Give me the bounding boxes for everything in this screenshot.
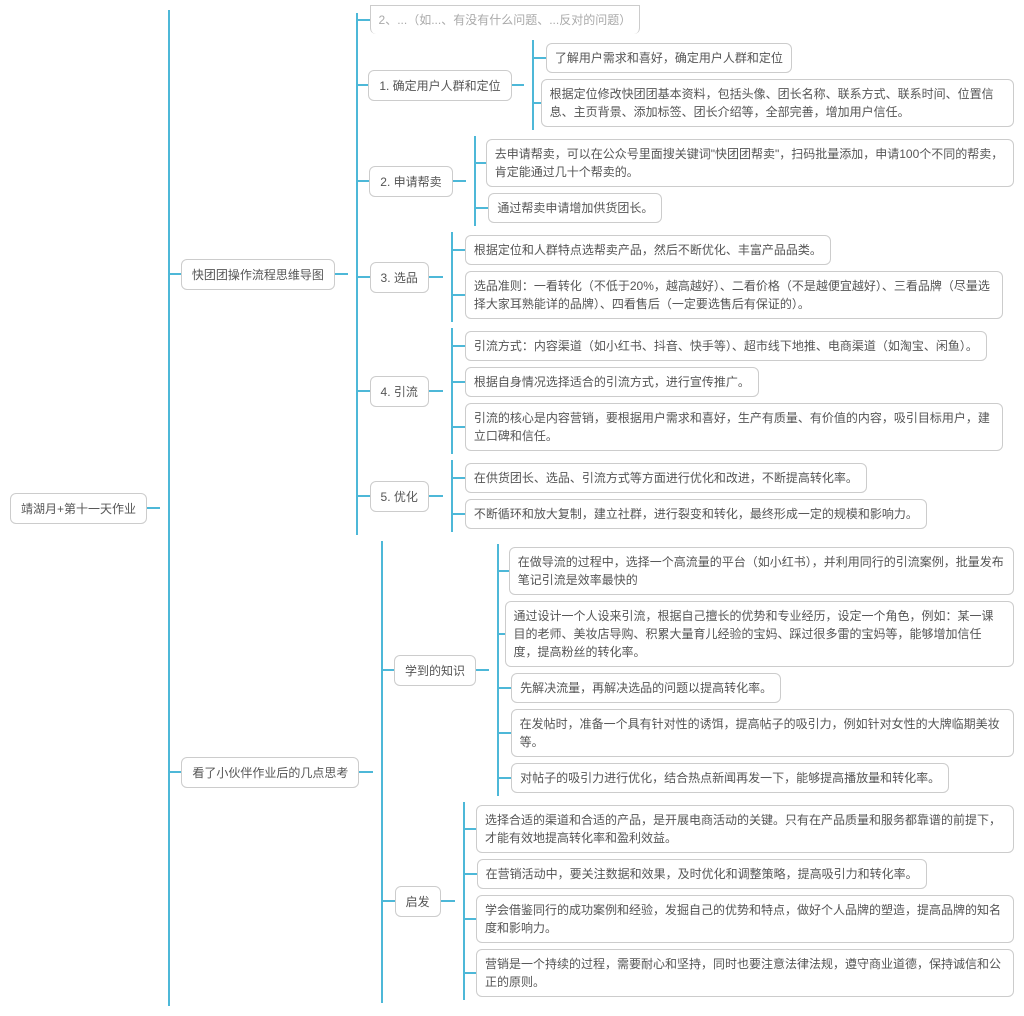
leaf-node[interactable]: 在发帖时，准备一个具有针对性的诱饵，提高帖子的吸引力，例如针对女性的大牌临期美妆… — [511, 709, 1014, 757]
cut-node: 2、...（如...、有没有什么问题、...反对的问题） — [370, 5, 641, 34]
leaf-group: 引流方式：内容渠道（如小红书、抖音、快手等）、超市线下地推、电商渠道（如淘宝、闲… — [451, 328, 1003, 454]
leaf-node[interactable]: 根据自身情况选择适合的引流方式，进行宣传推广。 — [465, 367, 759, 397]
connector — [441, 900, 455, 902]
leaf-node[interactable]: 通过设计一个人设来引流，根据自己擅长的优势和专业经历，设定一个角色，例如：某一课… — [505, 601, 1014, 667]
leaf-node[interactable]: 不断循环和放大复制，建立社群，进行裂变和转化，最终形成一定的规模和影响力。 — [465, 499, 927, 529]
item-row: 2、...（如...、有没有什么问题、...反对的问题） — [358, 5, 1014, 34]
item-row: 启发 选择合适的渠道和合适的产品，是开展电商活动的关键。只有在产品质量和服务都靠… — [383, 802, 1014, 1000]
leaf-node[interactable]: 引流的核心是内容营销，要根据用户需求和喜好，生产有质量、有价值的内容，吸引目标用… — [465, 403, 1003, 451]
branch2-children: 学到的知识 在做导流的过程中，选择一个高流量的平台（如小红书），并利用同行的引流… — [381, 541, 1014, 1003]
item-node[interactable]: 5. 优化 — [370, 481, 429, 512]
item-node[interactable]: 4. 引流 — [370, 376, 429, 407]
connector — [429, 495, 443, 497]
item-node[interactable]: 3. 选品 — [370, 262, 429, 293]
root-children: 快团团操作流程思维导图 2、...（如...、有没有什么问题、...反对的问题）… — [168, 10, 1014, 1006]
root-node[interactable]: 靖湖月+第十一天作业 — [10, 493, 147, 524]
item-node[interactable]: 2. 申请帮卖 — [369, 166, 452, 197]
leaf-node[interactable]: 对帖子的吸引力进行优化，结合热点新闻再发一下，能够提高播放量和转化率。 — [511, 763, 949, 793]
leaf-group: 在做导流的过程中，选择一个高流量的平台（如小红书），并利用同行的引流案例，批量发… — [497, 544, 1014, 796]
leaf-node[interactable]: 学会借鉴同行的成功案例和经验，发掘自己的优势和特点，做好个人品牌的塑造，提高品牌… — [476, 895, 1014, 943]
leaf-group: 在供货团长、选品、引流方式等方面进行优化和改进，不断提高转化率。 不断循环和放大… — [451, 460, 927, 532]
leaf-node[interactable]: 营销是一个持续的过程，需要耐心和坚持，同时也要注意法律法规，遵守商业道德，保持诚… — [476, 949, 1014, 997]
leaf-node[interactable]: 先解决流量，再解决选品的问题以提高转化率。 — [511, 673, 781, 703]
connector — [512, 84, 524, 86]
connector — [429, 390, 443, 392]
item-row: 5. 优化 在供货团长、选品、引流方式等方面进行优化和改进，不断提高转化率。 不… — [358, 460, 1014, 532]
connector — [476, 669, 489, 671]
item-node[interactable]: 1. 确定用户人群和定位 — [368, 70, 511, 101]
connector — [359, 771, 372, 773]
item-row: 学到的知识 在做导流的过程中，选择一个高流量的平台（如小红书），并利用同行的引流… — [383, 544, 1014, 796]
leaf-group: 了解用户需求和喜好，确定用户人群和定位 根据定位修改快团团基本资料，包括头像、团… — [532, 40, 1014, 130]
leaf-group: 根据定位和人群特点选帮卖产品，然后不断优化、丰富产品品类。 选品准则：一看转化（… — [451, 232, 1003, 322]
leaf-node[interactable]: 通过帮卖申请增加供货团长。 — [488, 193, 662, 223]
branch2-node[interactable]: 看了小伙伴作业后的几点思考 — [181, 757, 359, 788]
leaf-group: 去申请帮卖，可以在公众号里面搜关键词"快团团帮卖"，扫码批量添加，申请100个不… — [474, 136, 1014, 226]
connector — [335, 273, 348, 275]
leaf-node[interactable]: 根据定位和人群特点选帮卖产品，然后不断优化、丰富产品品类。 — [465, 235, 831, 265]
branch1-node[interactable]: 快团团操作流程思维导图 — [181, 259, 335, 290]
leaf-node[interactable]: 选择合适的渠道和合适的产品，是开展电商活动的关键。只有在产品质量和服务都靠谱的前… — [476, 805, 1014, 853]
leaf-node[interactable]: 在营销活动中，要关注数据和效果，及时优化和调整策略，提高吸引力和转化率。 — [477, 859, 927, 889]
leaf-node[interactable]: 在供货团长、选品、引流方式等方面进行优化和改进，不断提高转化率。 — [465, 463, 867, 493]
leaf-group: 选择合适的渠道和合适的产品，是开展电商活动的关键。只有在产品质量和服务都靠谱的前… — [463, 802, 1014, 1000]
branch1-children: 2、...（如...、有没有什么问题、...反对的问题） 1. 确定用户人群和定… — [356, 13, 1014, 535]
leaf-node[interactable]: 引流方式：内容渠道（如小红书、抖音、快手等）、超市线下地推、电商渠道（如淘宝、闲… — [465, 331, 987, 361]
item-node[interactable]: 启发 — [395, 886, 441, 917]
leaf-node[interactable]: 选品准则：一看转化（不低于20%，越高越好）、二看价格（不是越便宜越好）、三看品… — [465, 271, 1003, 319]
item-row: 4. 引流 引流方式：内容渠道（如小红书、抖音、快手等）、超市线下地推、电商渠道… — [358, 328, 1014, 454]
leaf-node[interactable]: 去申请帮卖，可以在公众号里面搜关键词"快团团帮卖"，扫码批量添加，申请100个不… — [486, 139, 1014, 187]
mindmap-root: 靖湖月+第十一天作业 快团团操作流程思维导图 2、...（如...、有没有什么问… — [10, 10, 1014, 1006]
item-row: 3. 选品 根据定位和人群特点选帮卖产品，然后不断优化、丰富产品品类。 选品准则… — [358, 232, 1014, 322]
item-node[interactable]: 学到的知识 — [394, 655, 476, 686]
item-row: 2. 申请帮卖 去申请帮卖，可以在公众号里面搜关键词"快团团帮卖"，扫码批量添加… — [358, 136, 1014, 226]
leaf-node[interactable]: 根据定位修改快团团基本资料，包括头像、团长名称、联系方式、联系时间、位置信息、主… — [541, 79, 1014, 127]
connector — [429, 276, 443, 278]
connector — [453, 180, 467, 182]
branch-row: 快团团操作流程思维导图 2、...（如...、有没有什么问题、...反对的问题）… — [170, 13, 1014, 535]
branch-row: 看了小伙伴作业后的几点思考 学到的知识 在做导流的过程中，选择一个高流量的平台（… — [170, 541, 1014, 1003]
leaf-node[interactable]: 在做导流的过程中，选择一个高流量的平台（如小红书），并利用同行的引流案例，批量发… — [509, 547, 1014, 595]
leaf-node[interactable]: 了解用户需求和喜好，确定用户人群和定位 — [546, 43, 792, 73]
item-row: 1. 确定用户人群和定位 了解用户需求和喜好，确定用户人群和定位 根据定位修改快… — [358, 40, 1014, 130]
connector — [147, 507, 160, 509]
